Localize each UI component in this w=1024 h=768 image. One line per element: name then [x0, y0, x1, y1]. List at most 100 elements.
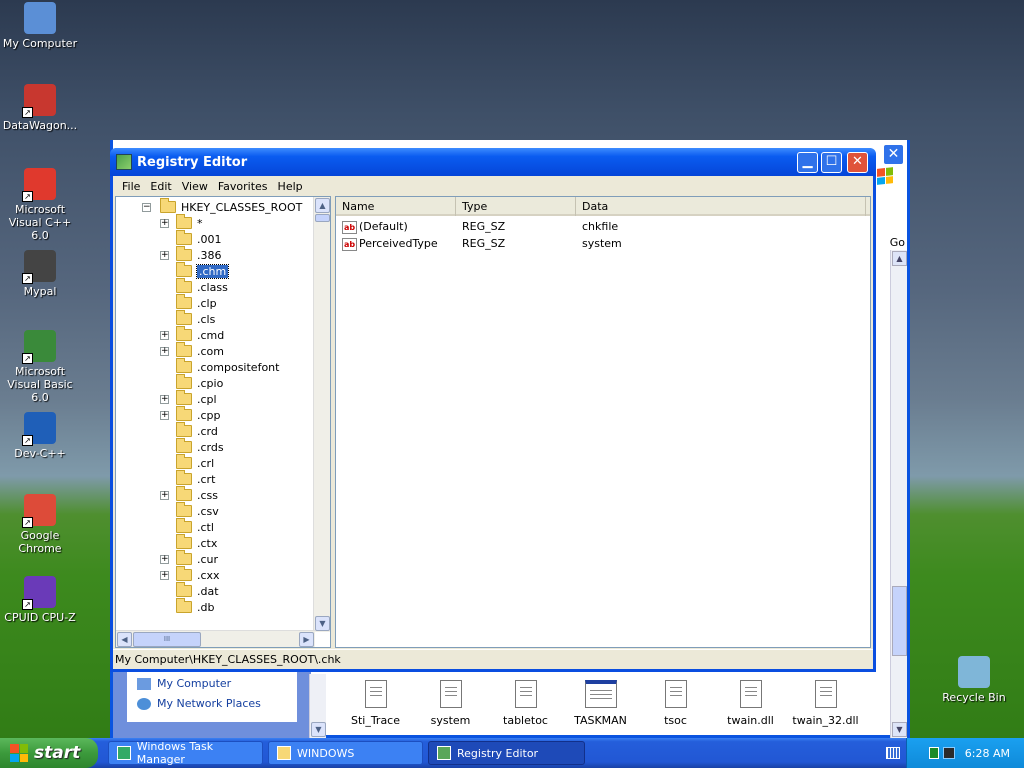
tree-item-label: .crd: [197, 424, 218, 438]
expand-icon[interactable]: +: [160, 331, 169, 340]
file-item[interactable]: twain.dll: [713, 680, 788, 738]
tree-item[interactable]: .db: [176, 598, 215, 615]
file-item[interactable]: tabletoc: [488, 680, 563, 738]
tree-item[interactable]: .cls: [176, 310, 215, 327]
scroll-down-icon[interactable]: ▼: [315, 616, 330, 631]
tree-item[interactable]: .386: [176, 246, 222, 263]
file-item[interactable]: system: [413, 680, 488, 738]
tree-item[interactable]: .cxx: [176, 566, 220, 583]
tree-item[interactable]: .cmd: [176, 326, 224, 343]
title-bar[interactable]: Registry Editor ▁ ☐ ✕: [110, 148, 876, 176]
desktop-icon-recycle-bin[interactable]: Recycle Bin: [934, 656, 1014, 704]
menu-favorites[interactable]: Favorites: [213, 180, 273, 193]
file-item[interactable]: Sti_Trace: [338, 680, 413, 738]
collapse-icon[interactable]: −: [142, 203, 151, 212]
tree-item[interactable]: .clp: [176, 294, 217, 311]
tree-item[interactable]: .ctx: [176, 534, 217, 551]
tree-item-label: .dat: [197, 584, 219, 598]
desktop-icon-visual-cpp[interactable]: ↗ Microsoft Visual C++ 6.0: [0, 168, 80, 242]
shortcut-arrow-icon: ↗: [22, 191, 33, 202]
tree-item[interactable]: .cur: [176, 550, 218, 567]
expand-icon[interactable]: +: [160, 491, 169, 500]
scroll-up-icon[interactable]: ▲: [315, 198, 330, 213]
tree-item[interactable]: .chm: [176, 262, 230, 279]
task-windows-folder[interactable]: WINDOWS: [268, 741, 423, 765]
expand-icon[interactable]: +: [160, 251, 169, 260]
minimize-button[interactable]: ▁: [797, 152, 818, 173]
scroll-right-icon[interactable]: ▶: [299, 632, 314, 647]
registry-key-tree[interactable]: − HKEY_CLASSES_ROOT + * .001 + .386 .chm .class.…: [115, 196, 331, 648]
tree-item[interactable]: .com: [176, 342, 224, 359]
go-button[interactable]: Go: [890, 236, 905, 249]
tree-item[interactable]: .001: [176, 230, 222, 247]
file-list-scrollbar[interactable]: ▼: [309, 674, 326, 738]
maximize-button[interactable]: ☐: [821, 152, 842, 173]
tree-hscroll-thumb[interactable]: III: [133, 632, 201, 647]
expand-icon[interactable]: +: [160, 555, 169, 564]
tray-app-icon[interactable]: [928, 747, 939, 759]
clock[interactable]: 6:28 AM: [965, 747, 1010, 760]
link-my-network-places[interactable]: My Network Places: [137, 694, 297, 714]
column-header-name[interactable]: Name: [336, 197, 456, 216]
task-windows-task-manager[interactable]: Windows Task Manager: [108, 740, 263, 766]
scroll-down-icon[interactable]: ▼: [311, 722, 326, 737]
close-button[interactable]: ✕: [847, 152, 868, 173]
registry-editor-window[interactable]: Registry Editor ▁ ☐ ✕ File Edit View Fav…: [110, 148, 876, 672]
close-icon[interactable]: ✕: [883, 144, 904, 165]
task-registry-editor[interactable]: Registry Editor: [428, 741, 585, 765]
expand-icon[interactable]: +: [160, 571, 169, 580]
scroll-thumb[interactable]: [892, 586, 907, 656]
scroll-left-icon[interactable]: ◀: [117, 632, 132, 647]
tree-item-label: .db: [197, 600, 215, 614]
tree-item[interactable]: .dat: [176, 582, 219, 599]
file-item[interactable]: twain_32.dll: [788, 680, 863, 738]
file-item[interactable]: tsoc: [638, 680, 713, 738]
tree-item[interactable]: .crd: [176, 422, 218, 439]
tree-scroll-thumb[interactable]: [315, 214, 330, 222]
explorer-scrollbar[interactable]: ▲ ▼: [890, 250, 907, 738]
menu-view[interactable]: View: [177, 180, 213, 193]
keyboard-icon[interactable]: [886, 747, 900, 759]
desktop-icon-mypal[interactable]: ↗ Mypal: [0, 250, 80, 298]
tree-item[interactable]: .ctl: [176, 518, 214, 535]
desktop-icon-my-computer[interactable]: My Computer: [0, 2, 80, 50]
registry-values-list[interactable]: Name Type Data ab (Default) REG_SZ chkfile a…: [335, 196, 871, 648]
tree-vertical-scrollbar[interactable]: ▲ ▼: [313, 197, 330, 632]
tree-item[interactable]: .crl: [176, 454, 214, 471]
tree-item[interactable]: HKEY_CLASSES_ROOT: [160, 198, 302, 215]
cpuid-cpuz-icon: ↗: [22, 576, 56, 610]
value-row[interactable]: ab PerceivedType REG_SZ system: [336, 236, 622, 252]
tree-item[interactable]: .csv: [176, 502, 219, 519]
link-my-computer[interactable]: My Computer: [137, 674, 297, 694]
column-header-type[interactable]: Type: [456, 197, 576, 216]
tree-item[interactable]: .class: [176, 278, 228, 295]
value-row[interactable]: ab (Default) REG_SZ chkfile: [336, 219, 618, 235]
start-button[interactable]: start: [0, 738, 98, 768]
desktop-icon-visual-basic[interactable]: ↗ Microsoft Visual Basic 6.0: [0, 330, 80, 404]
menu-help[interactable]: Help: [273, 180, 308, 193]
tree-item[interactable]: .cpl: [176, 390, 217, 407]
expand-icon[interactable]: +: [160, 219, 169, 228]
expand-icon[interactable]: +: [160, 395, 169, 404]
desktop-icon-dev-cpp[interactable]: ↗ Dev-C++: [0, 412, 80, 460]
tree-item[interactable]: .cpp: [176, 406, 221, 423]
tree-item[interactable]: .compositefont: [176, 358, 279, 375]
desktop-icon-datawagon[interactable]: ↗ DataWagon...: [0, 84, 80, 132]
tree-item[interactable]: .css: [176, 486, 218, 503]
tree-horizontal-scrollbar[interactable]: ◀ III ▶: [116, 630, 315, 647]
network-tray-icon[interactable]: [942, 747, 955, 759]
desktop-icon-google-chrome[interactable]: ↗ Google Chrome: [0, 494, 80, 555]
folder-icon: [176, 422, 192, 437]
column-header-data[interactable]: Data: [576, 197, 866, 216]
menu-edit[interactable]: Edit: [145, 180, 176, 193]
expand-icon[interactable]: +: [160, 347, 169, 356]
tree-item[interactable]: .cpio: [176, 374, 223, 391]
tree-item[interactable]: *: [176, 214, 203, 231]
expand-icon[interactable]: +: [160, 411, 169, 420]
menu-file[interactable]: File: [117, 180, 145, 193]
file-item[interactable]: TASKMAN: [563, 680, 638, 738]
tree-item[interactable]: .crt: [176, 470, 215, 487]
desktop-icon-cpuid-cpuz[interactable]: ↗ CPUID CPU-Z: [0, 576, 80, 624]
tree-item[interactable]: .crds: [176, 438, 224, 455]
scroll-up-icon[interactable]: ▲: [892, 251, 907, 266]
